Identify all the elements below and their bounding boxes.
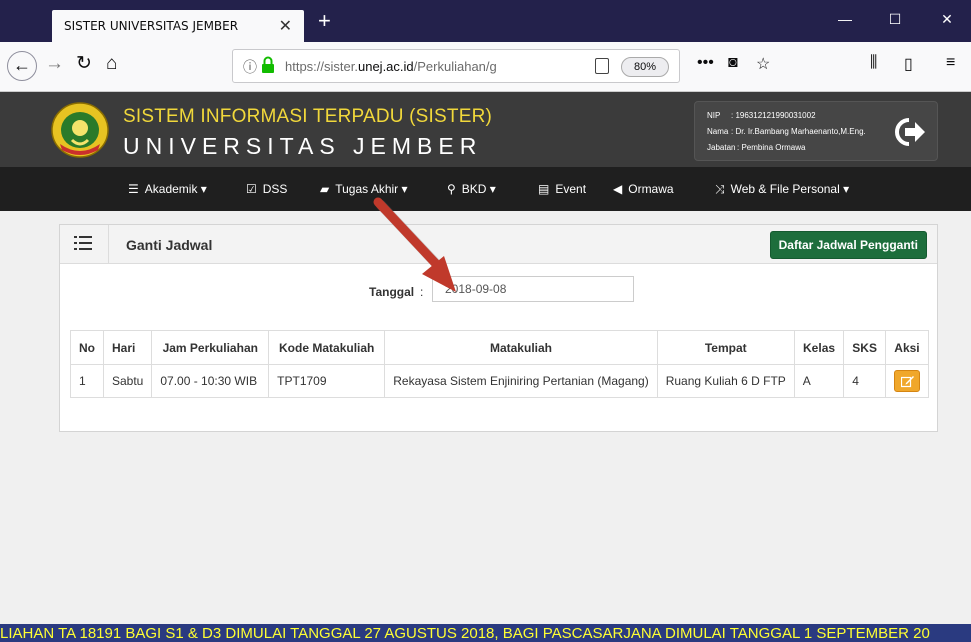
schedule-table: No Hari Jam Perkuliahan Kode Matakuliah …	[70, 330, 930, 398]
zoom-level[interactable]: 80%	[621, 57, 669, 77]
info-icon[interactable]: ⓘ	[243, 57, 257, 77]
menu-bkd[interactable]: ⚲ BKD ▾	[447, 182, 496, 196]
cell-tempat: Ruang Kuliah 6 D FTP	[656, 364, 795, 398]
col-header-hari: Hari	[102, 330, 153, 365]
book-icon: ▰	[320, 182, 330, 196]
tab-title: SISTER UNIVERSITAS JEMBER	[64, 19, 239, 33]
random-icon: ⤨	[715, 182, 725, 196]
browser-titlebar: SISTER UNIVERSITAS JEMBER ✕ + — ☐ ✕	[0, 0, 971, 42]
system-title: SISTEM INFORMASI TERPADU (SISTER)	[123, 106, 493, 127]
menu-tugas-akhir[interactable]: ▰ Tugas Akhir ▾	[320, 182, 408, 196]
sidebar-icon[interactable]: ▯	[904, 54, 913, 74]
forward-icon[interactable]: →	[45, 53, 64, 75]
col-header-tempat: Tempat	[656, 330, 795, 365]
home-icon[interactable]: ⌂	[106, 53, 117, 75]
pocket-icon[interactable]: ◙	[728, 54, 738, 72]
browser-tab[interactable]: SISTER UNIVERSITAS JEMBER ✕	[52, 10, 304, 42]
lock-icon	[262, 56, 274, 73]
header-divider	[108, 225, 109, 263]
bookmark-star-icon[interactable]: ☆	[756, 54, 770, 74]
table-row: 1 Sabtu 07.00 - 10:30 WIB TPT1709 Rekaya…	[70, 364, 930, 398]
panel-title: Ganti Jadwal	[126, 237, 213, 253]
hamburger-menu-icon[interactable]: ≡	[946, 54, 955, 72]
minimize-icon[interactable]: —	[830, 11, 860, 27]
maximize-icon[interactable]: ☐	[880, 11, 910, 28]
date-input[interactable]	[432, 276, 634, 302]
new-tab-icon[interactable]: +	[318, 10, 331, 32]
browser-navbar: ← → ↻ ⌂ ⓘ https://sister.unej.ac.id/Perk…	[0, 42, 971, 92]
col-header-sks: SKS	[843, 330, 886, 365]
cell-aksi	[884, 364, 930, 398]
menu-dss[interactable]: ☑ DSS	[246, 182, 287, 196]
cell-matakuliah: Rekayasa Sistem Enjiniring Pertanian (Ma…	[384, 364, 658, 398]
back-icon[interactable]: ←	[7, 51, 37, 81]
reload-icon[interactable]: ↻	[76, 53, 92, 75]
calendar-icon: ▤	[538, 182, 550, 196]
announcement-ticker: LIAHAN TA 18191 BAGI S1 & D3 DIMULAI TAN…	[0, 624, 971, 642]
panel-header: Ganti Jadwal Daftar Jadwal Pengganti	[60, 225, 937, 264]
user-position: Jabatan: Pembina Ormawa	[707, 143, 806, 152]
user-info-box: NIP: 196312121990031002 Nama: Dr. Ir.Bam…	[694, 101, 938, 161]
ganti-jadwal-panel: Ganti Jadwal Daftar Jadwal Pengganti Tan…	[59, 224, 938, 432]
col-header-matakuliah: Matakuliah	[384, 330, 658, 365]
reader-view-icon[interactable]	[595, 58, 609, 74]
list-icon: ☰	[128, 182, 139, 196]
list-icon	[74, 236, 92, 250]
app-header: SISTEM INFORMASI TERPADU (SISTER) UNIVER…	[0, 92, 971, 167]
cell-hari: Sabtu	[102, 364, 153, 398]
col-header-jam: Jam Perkuliahan	[151, 330, 270, 365]
cell-sks: 4	[843, 364, 886, 398]
col-header-aksi: Aksi	[884, 330, 930, 365]
date-label: Tanggal	[369, 285, 415, 299]
col-header-kelas: Kelas	[793, 330, 845, 365]
bullhorn-icon: ◀	[613, 182, 623, 196]
window-close-icon[interactable]: ✕	[932, 11, 962, 28]
check-square-icon: ☑	[246, 182, 257, 196]
library-icon[interactable]: ⫼	[870, 54, 877, 72]
menu-akademik[interactable]: ☰ Akademik ▾	[128, 182, 207, 196]
ticker-text: LIAHAN TA 18191 BAGI S1 & D3 DIMULAI TAN…	[0, 625, 930, 642]
edit-button[interactable]	[893, 370, 920, 392]
university-logo	[51, 102, 109, 158]
user-name: Nama: Dr. Ir.Bambang Marhaenanto,M.Eng.	[707, 127, 866, 136]
cell-kode: TPT1709	[268, 364, 386, 398]
daftar-jadwal-pengganti-button[interactable]: Daftar Jadwal Pengganti	[769, 231, 927, 259]
col-header-no: No	[70, 330, 104, 365]
table-header-row: No Hari Jam Perkuliahan Kode Matakuliah …	[70, 330, 930, 365]
page-actions-icon[interactable]: •••	[697, 54, 714, 72]
cell-no: 1	[70, 364, 104, 398]
cell-kelas: A	[793, 364, 845, 398]
edit-icon	[900, 376, 914, 388]
menu-event[interactable]: ▤ Event	[538, 182, 586, 196]
url-bar[interactable]: ⓘ https://sister.unej.ac.id/Perkuliahan/…	[232, 49, 680, 83]
date-colon: :	[420, 285, 424, 299]
logout-icon[interactable]	[891, 116, 927, 148]
menu-web-file-personal[interactable]: ⤨ Web & File Personal ▾	[715, 182, 849, 197]
close-tab-icon[interactable]: ✕	[279, 16, 292, 36]
url-text: https://sister.unej.ac.id/Perkuliahan/g	[285, 59, 497, 74]
menu-ormawa[interactable]: ◀ Ormawa	[613, 182, 674, 196]
search-icon: ⚲	[447, 182, 456, 196]
col-header-kode: Kode Matakuliah	[268, 330, 386, 365]
university-title: UNIVERSITAS JEMBER	[123, 133, 483, 159]
main-menu: ☰ Akademik ▾ ☑ DSS ▰ Tugas Akhir ▾ ⚲ BKD ▾ ▤…	[0, 167, 971, 211]
user-nip: NIP: 196312121990031002	[707, 111, 816, 120]
cell-jam: 07.00 - 10:30 WIB	[151, 364, 270, 398]
